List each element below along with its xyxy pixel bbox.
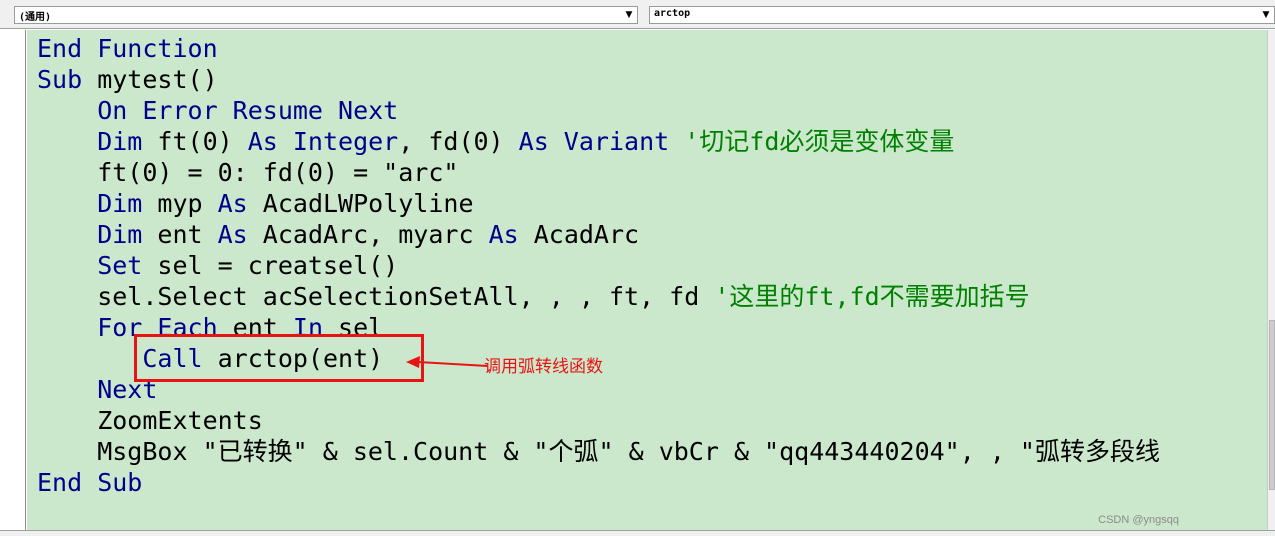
chevron-down-icon[interactable]: ▼ [621,7,637,23]
code-keyword: As [488,220,519,249]
code-keyword: Dim [37,220,143,249]
code-text: AcadLWPolyline [247,189,474,218]
horizontal-scrollbar[interactable] [0,530,1275,536]
margin-indicator-bar[interactable] [0,30,26,536]
code-text: mytest() [82,65,218,94]
code-text: MsgBox "已转换" & sel.Count & "个弧" & vbCr &… [37,437,1160,466]
code-keyword: End Function [37,34,218,63]
code-keyword: As [217,189,248,218]
procedure-combo[interactable]: arctop ▼ [649,6,1275,24]
code-keyword: As Integer [247,127,399,156]
code-line[interactable]: MsgBox "已转换" & sel.Count & "个弧" & vbCr &… [37,436,1160,467]
code-line[interactable]: End Sub [37,467,142,498]
code-text: AcadArc, myarc [247,220,489,249]
code-line[interactable]: Dim ft(0) As Integer, fd(0) As Variant '… [37,126,954,157]
object-combo-value: (通用) [19,12,52,23]
code-keyword: As Variant [518,127,670,156]
code-text: ft(0) [142,127,248,156]
vertical-scrollbar[interactable] [1267,30,1275,530]
code-line[interactable]: sel.Select acSelectionSetAll, , , ft, fd… [37,281,1030,312]
object-combo[interactable]: (通用) ▼ [14,6,638,24]
code-keyword: Dim [37,189,143,218]
code-comment: '这里的ft,fd不需要加括号 [714,282,1030,311]
code-keyword: End Sub [37,468,143,497]
procedure-combo-value: arctop [654,8,691,19]
annotation-label: 调用弧转线函数 [484,357,603,377]
annotation-highlight-box [134,334,424,382]
code-text: ft(0) = 0: fd(0) = "arc" [37,158,459,187]
code-line[interactable]: Dim myp As AcadLWPolyline [37,188,474,219]
code-text: , fd(0) [398,127,519,156]
code-editor[interactable]: End Function Sub mytest() On Error Resume… [27,30,1267,530]
code-line[interactable]: ZoomExtents [37,405,263,436]
code-keyword: Set [37,251,143,280]
code-keyword: As [217,220,248,249]
code-line[interactable]: Set sel = creatsel() [37,250,398,281]
code-line[interactable]: On Error Resume Next [37,95,398,126]
code-line[interactable]: Sub mytest() [37,64,218,95]
code-text: ent [142,220,218,249]
watermark: CSDN @yngsqq [1098,514,1179,526]
code-keyword: Sub [37,65,83,94]
code-text: sel = creatsel() [142,251,399,280]
annotation-arrow-icon [406,356,489,368]
code-line[interactable]: End Function [37,33,218,64]
code-comment: '切记fd必须是变体变量 [669,127,955,156]
code-text: ZoomExtents [37,406,263,435]
code-line[interactable]: ft(0) = 0: fd(0) = "arc" [37,157,458,188]
code-text: myp [142,189,218,218]
chevron-down-icon[interactable]: ▼ [1258,7,1274,23]
scrollbar-thumb[interactable] [1269,320,1275,490]
code-text: AcadArc [518,220,640,249]
code-keyword: On Error Resume Next [37,96,399,125]
code-line[interactable]: Dim ent As AcadArc, myarc As AcadArc [37,219,639,250]
code-text: sel.Select acSelectionSetAll, , , ft, fd [37,282,715,311]
code-window-toolbar: (通用) ▼ arctop ▼ [0,0,1275,29]
code-keyword: Dim [37,127,143,156]
